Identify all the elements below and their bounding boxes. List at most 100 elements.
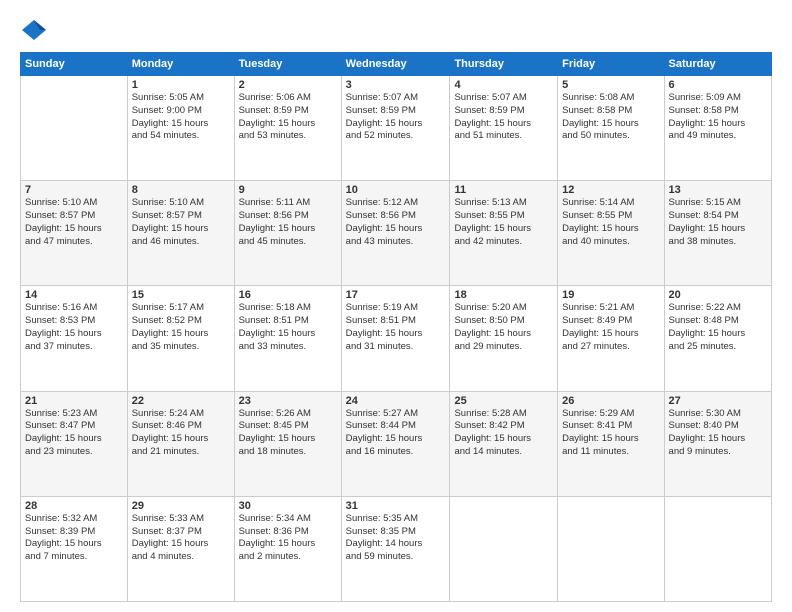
- calendar-cell: 11Sunrise: 5:13 AM Sunset: 8:55 PM Dayli…: [450, 181, 558, 286]
- cell-info: Sunrise: 5:29 AM Sunset: 8:41 PM Dayligh…: [562, 408, 659, 459]
- cell-info: Sunrise: 5:34 AM Sunset: 8:36 PM Dayligh…: [239, 513, 337, 564]
- calendar-table: SundayMondayTuesdayWednesdayThursdayFrid…: [20, 52, 772, 602]
- cell-info: Sunrise: 5:14 AM Sunset: 8:55 PM Dayligh…: [562, 197, 659, 248]
- calendar-cell: 13Sunrise: 5:15 AM Sunset: 8:54 PM Dayli…: [664, 181, 771, 286]
- day-number: 28: [25, 500, 123, 512]
- calendar-cell: 10Sunrise: 5:12 AM Sunset: 8:56 PM Dayli…: [341, 181, 450, 286]
- cell-info: Sunrise: 5:23 AM Sunset: 8:47 PM Dayligh…: [25, 408, 123, 459]
- cell-info: Sunrise: 5:26 AM Sunset: 8:45 PM Dayligh…: [239, 408, 337, 459]
- calendar-cell: [664, 496, 771, 601]
- calendar-cell: 29Sunrise: 5:33 AM Sunset: 8:37 PM Dayli…: [127, 496, 234, 601]
- day-number: 22: [132, 395, 230, 407]
- calendar-cell: 3Sunrise: 5:07 AM Sunset: 8:59 PM Daylig…: [341, 76, 450, 181]
- cell-info: Sunrise: 5:07 AM Sunset: 8:59 PM Dayligh…: [454, 92, 553, 143]
- calendar-cell: 27Sunrise: 5:30 AM Sunset: 8:40 PM Dayli…: [664, 391, 771, 496]
- cell-info: Sunrise: 5:18 AM Sunset: 8:51 PM Dayligh…: [239, 302, 337, 353]
- cell-info: Sunrise: 5:07 AM Sunset: 8:59 PM Dayligh…: [346, 92, 446, 143]
- day-number: 12: [562, 184, 659, 196]
- cell-info: Sunrise: 5:22 AM Sunset: 8:48 PM Dayligh…: [669, 302, 767, 353]
- cell-info: Sunrise: 5:27 AM Sunset: 8:44 PM Dayligh…: [346, 408, 446, 459]
- calendar-week-row: 28Sunrise: 5:32 AM Sunset: 8:39 PM Dayli…: [21, 496, 772, 601]
- cell-info: Sunrise: 5:09 AM Sunset: 8:58 PM Dayligh…: [669, 92, 767, 143]
- calendar-cell: [450, 496, 558, 601]
- cell-info: Sunrise: 5:19 AM Sunset: 8:51 PM Dayligh…: [346, 302, 446, 353]
- calendar-header-row: SundayMondayTuesdayWednesdayThursdayFrid…: [21, 53, 772, 76]
- day-number: 1: [132, 79, 230, 91]
- weekday-header: Thursday: [450, 53, 558, 76]
- calendar-cell: 30Sunrise: 5:34 AM Sunset: 8:36 PM Dayli…: [234, 496, 341, 601]
- day-number: 20: [669, 289, 767, 301]
- cell-info: Sunrise: 5:06 AM Sunset: 8:59 PM Dayligh…: [239, 92, 337, 143]
- calendar-week-row: 21Sunrise: 5:23 AM Sunset: 8:47 PM Dayli…: [21, 391, 772, 496]
- calendar-week-row: 1Sunrise: 5:05 AM Sunset: 9:00 PM Daylig…: [21, 76, 772, 181]
- calendar-cell: 26Sunrise: 5:29 AM Sunset: 8:41 PM Dayli…: [558, 391, 664, 496]
- cell-info: Sunrise: 5:10 AM Sunset: 8:57 PM Dayligh…: [132, 197, 230, 248]
- calendar-cell: 17Sunrise: 5:19 AM Sunset: 8:51 PM Dayli…: [341, 286, 450, 391]
- day-number: 18: [454, 289, 553, 301]
- day-number: 11: [454, 184, 553, 196]
- day-number: 16: [239, 289, 337, 301]
- calendar-cell: 2Sunrise: 5:06 AM Sunset: 8:59 PM Daylig…: [234, 76, 341, 181]
- calendar-week-row: 14Sunrise: 5:16 AM Sunset: 8:53 PM Dayli…: [21, 286, 772, 391]
- calendar-cell: 24Sunrise: 5:27 AM Sunset: 8:44 PM Dayli…: [341, 391, 450, 496]
- calendar-cell: 31Sunrise: 5:35 AM Sunset: 8:35 PM Dayli…: [341, 496, 450, 601]
- calendar-cell: [21, 76, 128, 181]
- cell-info: Sunrise: 5:24 AM Sunset: 8:46 PM Dayligh…: [132, 408, 230, 459]
- weekday-header: Monday: [127, 53, 234, 76]
- calendar-cell: 23Sunrise: 5:26 AM Sunset: 8:45 PM Dayli…: [234, 391, 341, 496]
- day-number: 15: [132, 289, 230, 301]
- day-number: 29: [132, 500, 230, 512]
- calendar-cell: 15Sunrise: 5:17 AM Sunset: 8:52 PM Dayli…: [127, 286, 234, 391]
- calendar-cell: 22Sunrise: 5:24 AM Sunset: 8:46 PM Dayli…: [127, 391, 234, 496]
- day-number: 25: [454, 395, 553, 407]
- page: SundayMondayTuesdayWednesdayThursdayFrid…: [0, 0, 792, 612]
- cell-info: Sunrise: 5:08 AM Sunset: 8:58 PM Dayligh…: [562, 92, 659, 143]
- day-number: 19: [562, 289, 659, 301]
- calendar-cell: 16Sunrise: 5:18 AM Sunset: 8:51 PM Dayli…: [234, 286, 341, 391]
- day-number: 7: [25, 184, 123, 196]
- day-number: 23: [239, 395, 337, 407]
- calendar-cell: 12Sunrise: 5:14 AM Sunset: 8:55 PM Dayli…: [558, 181, 664, 286]
- calendar-cell: 19Sunrise: 5:21 AM Sunset: 8:49 PM Dayli…: [558, 286, 664, 391]
- calendar-cell: 7Sunrise: 5:10 AM Sunset: 8:57 PM Daylig…: [21, 181, 128, 286]
- cell-info: Sunrise: 5:13 AM Sunset: 8:55 PM Dayligh…: [454, 197, 553, 248]
- weekday-header: Saturday: [664, 53, 771, 76]
- cell-info: Sunrise: 5:35 AM Sunset: 8:35 PM Dayligh…: [346, 513, 446, 564]
- day-number: 8: [132, 184, 230, 196]
- day-number: 13: [669, 184, 767, 196]
- cell-info: Sunrise: 5:15 AM Sunset: 8:54 PM Dayligh…: [669, 197, 767, 248]
- cell-info: Sunrise: 5:12 AM Sunset: 8:56 PM Dayligh…: [346, 197, 446, 248]
- weekday-header: Wednesday: [341, 53, 450, 76]
- calendar-cell: 6Sunrise: 5:09 AM Sunset: 8:58 PM Daylig…: [664, 76, 771, 181]
- day-number: 4: [454, 79, 553, 91]
- cell-info: Sunrise: 5:17 AM Sunset: 8:52 PM Dayligh…: [132, 302, 230, 353]
- calendar-cell: 9Sunrise: 5:11 AM Sunset: 8:56 PM Daylig…: [234, 181, 341, 286]
- day-number: 21: [25, 395, 123, 407]
- day-number: 30: [239, 500, 337, 512]
- calendar-cell: 1Sunrise: 5:05 AM Sunset: 9:00 PM Daylig…: [127, 76, 234, 181]
- logo: [20, 16, 52, 44]
- weekday-header: Friday: [558, 53, 664, 76]
- weekday-header: Tuesday: [234, 53, 341, 76]
- weekday-header: Sunday: [21, 53, 128, 76]
- cell-info: Sunrise: 5:32 AM Sunset: 8:39 PM Dayligh…: [25, 513, 123, 564]
- day-number: 6: [669, 79, 767, 91]
- day-number: 9: [239, 184, 337, 196]
- day-number: 2: [239, 79, 337, 91]
- cell-info: Sunrise: 5:33 AM Sunset: 8:37 PM Dayligh…: [132, 513, 230, 564]
- day-number: 26: [562, 395, 659, 407]
- calendar-cell: 8Sunrise: 5:10 AM Sunset: 8:57 PM Daylig…: [127, 181, 234, 286]
- cell-info: Sunrise: 5:30 AM Sunset: 8:40 PM Dayligh…: [669, 408, 767, 459]
- cell-info: Sunrise: 5:16 AM Sunset: 8:53 PM Dayligh…: [25, 302, 123, 353]
- header: [20, 16, 772, 44]
- cell-info: Sunrise: 5:20 AM Sunset: 8:50 PM Dayligh…: [454, 302, 553, 353]
- cell-info: Sunrise: 5:11 AM Sunset: 8:56 PM Dayligh…: [239, 197, 337, 248]
- calendar-cell: 5Sunrise: 5:08 AM Sunset: 8:58 PM Daylig…: [558, 76, 664, 181]
- day-number: 5: [562, 79, 659, 91]
- cell-info: Sunrise: 5:05 AM Sunset: 9:00 PM Dayligh…: [132, 92, 230, 143]
- cell-info: Sunrise: 5:28 AM Sunset: 8:42 PM Dayligh…: [454, 408, 553, 459]
- calendar-cell: 28Sunrise: 5:32 AM Sunset: 8:39 PM Dayli…: [21, 496, 128, 601]
- cell-info: Sunrise: 5:10 AM Sunset: 8:57 PM Dayligh…: [25, 197, 123, 248]
- logo-icon: [20, 16, 48, 44]
- calendar-cell: [558, 496, 664, 601]
